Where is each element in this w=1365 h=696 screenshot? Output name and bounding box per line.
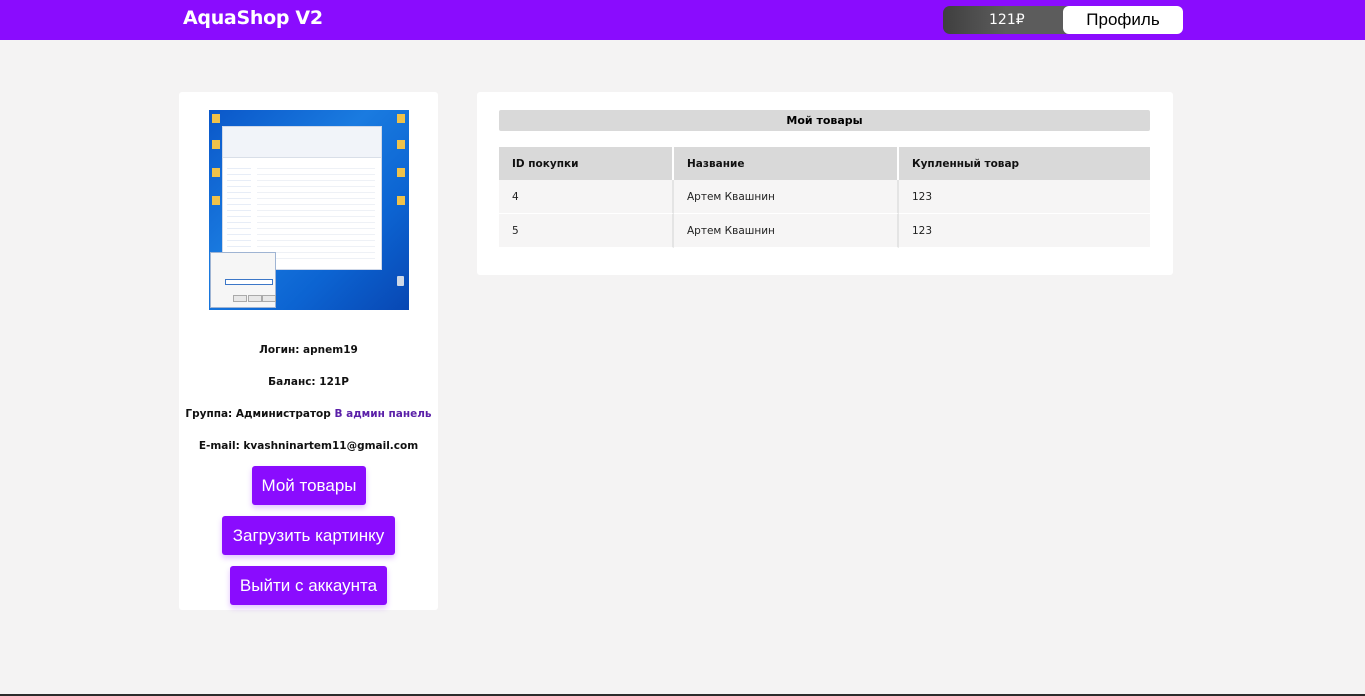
cell-purchase-id: 4	[499, 180, 674, 214]
column-header-purchase-id: ID покупки	[499, 147, 674, 180]
table-header-row: ID покупки Название Купленный товар	[499, 147, 1150, 180]
group-text: Группа: Администратор	[185, 408, 331, 420]
cell-purchase-id: 5	[499, 214, 674, 248]
email-text: E-mail: kvashninartem11@gmail.com	[198, 440, 419, 452]
group-line: Группа: Администратор В админ панель	[179, 408, 438, 420]
balance-text: Баланс: 121Р	[268, 376, 349, 388]
site-logo[interactable]: AquaShop V2	[183, 7, 323, 29]
profile-avatar	[209, 110, 409, 310]
items-table: ID покупки Название Купленный товар 4 Ар…	[499, 147, 1150, 248]
cell-purchased-item: 123	[899, 180, 1150, 214]
profile-card: Логин: apnem19 Баланс: 121Р Группа: Адми…	[179, 92, 438, 610]
column-header-purchased-item: Купленный товар	[899, 147, 1150, 180]
cell-name: Артем Квашнин	[674, 180, 899, 214]
admin-panel-link[interactable]: В админ панель	[334, 408, 431, 420]
cell-name: Артем Квашнин	[674, 214, 899, 248]
logout-button[interactable]: Выйти с аккаунта	[230, 566, 387, 605]
items-title: Мой товары	[499, 110, 1150, 131]
profile-button[interactable]: Профиль	[1063, 6, 1183, 34]
table-row: 5 Артем Квашнин 123	[499, 214, 1150, 248]
balance-indicator: 121₽	[943, 6, 1083, 34]
cell-purchased-item: 123	[899, 214, 1150, 248]
my-items-button[interactable]: Мой товары	[252, 466, 366, 505]
table-row: 4 Артем Квашнин 123	[499, 180, 1150, 214]
my-items-panel: Мой товары ID покупки Название Купленный…	[477, 92, 1173, 275]
column-header-name: Название	[674, 147, 899, 180]
upload-picture-button[interactable]: Загрузить картинку	[222, 516, 395, 555]
login-text: Логин: apnem19	[259, 344, 358, 356]
top-navbar: AquaShop V2 121₽ Профиль	[0, 0, 1365, 40]
